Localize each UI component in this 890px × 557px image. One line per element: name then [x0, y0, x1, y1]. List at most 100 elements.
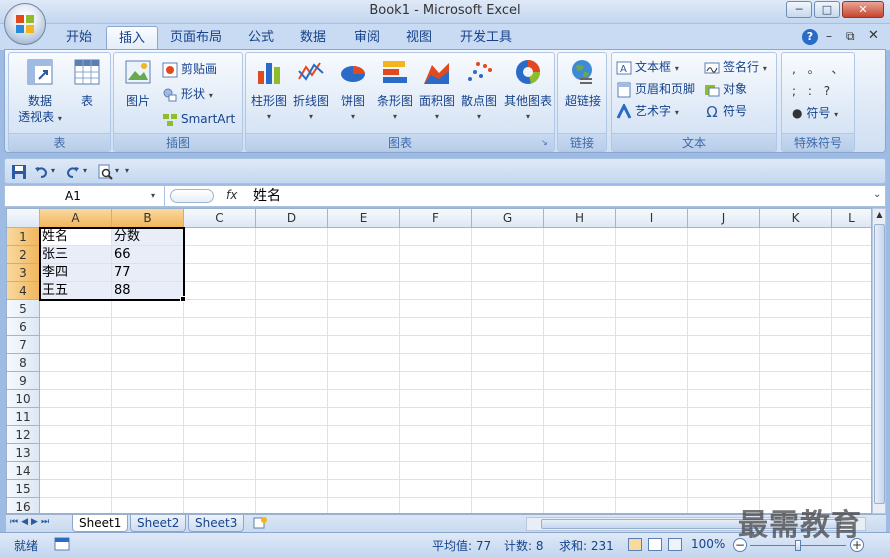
save-icon[interactable] — [11, 164, 27, 180]
cell[interactable] — [544, 498, 616, 513]
cell[interactable] — [760, 444, 832, 462]
cell[interactable] — [256, 372, 328, 390]
scatter-chart-button[interactable]: 散点图 ▾ — [459, 57, 499, 125]
cell[interactable] — [328, 372, 400, 390]
cell[interactable] — [328, 426, 400, 444]
formula-input[interactable]: 姓名 — [253, 186, 281, 206]
cell[interactable]: 张三 — [40, 246, 112, 264]
row-header[interactable]: 12 — [7, 426, 40, 444]
cell[interactable] — [544, 282, 616, 300]
cell[interactable] — [40, 318, 112, 336]
special-symbol-button[interactable]: ● 符号 ▾ — [792, 103, 838, 123]
cell[interactable] — [256, 444, 328, 462]
cell[interactable] — [328, 462, 400, 480]
cell[interactable] — [760, 462, 832, 480]
sheet-tab-3[interactable]: Sheet3 — [188, 515, 245, 532]
cell[interactable] — [112, 426, 184, 444]
cell[interactable] — [688, 354, 760, 372]
column-header[interactable]: B — [112, 209, 184, 228]
cell[interactable] — [544, 390, 616, 408]
cell[interactable] — [832, 282, 871, 300]
cell[interactable] — [832, 246, 871, 264]
cell[interactable] — [688, 318, 760, 336]
shapes-button[interactable]: 形状 ▾ — [162, 84, 213, 104]
cell[interactable] — [184, 390, 256, 408]
cell[interactable] — [472, 480, 544, 498]
cell[interactable] — [112, 462, 184, 480]
clipart-button[interactable]: 剪贴画 — [162, 59, 217, 79]
cell[interactable] — [400, 264, 472, 282]
cell[interactable] — [616, 336, 688, 354]
cell[interactable] — [832, 408, 871, 426]
cell[interactable] — [688, 408, 760, 426]
table-button[interactable]: 表 — [67, 57, 107, 109]
cell[interactable] — [688, 282, 760, 300]
cell[interactable] — [400, 318, 472, 336]
insert-sheet-icon[interactable] — [252, 516, 268, 530]
row-header[interactable]: 13 — [7, 444, 40, 462]
row-header[interactable]: 16 — [7, 498, 40, 513]
minimize-button[interactable]: ─ — [786, 1, 812, 18]
sheet-nav-arrows-icon[interactable]: ⏮◀▶⏭ — [10, 517, 52, 527]
smartart-button[interactable]: SmartArt — [162, 109, 235, 129]
cell[interactable] — [184, 480, 256, 498]
page-layout-view-icon[interactable] — [648, 538, 662, 551]
cell[interactable] — [112, 408, 184, 426]
row-header[interactable]: 2 — [7, 246, 40, 264]
cell[interactable] — [256, 498, 328, 513]
cell[interactable] — [184, 246, 256, 264]
cell[interactable] — [760, 228, 832, 246]
object-button[interactable]: 对象 — [704, 79, 747, 99]
cell[interactable] — [544, 300, 616, 318]
cell[interactable] — [472, 408, 544, 426]
expand-formula-bar-icon[interactable]: ⌄ — [873, 189, 881, 200]
cell[interactable]: 李四 — [40, 264, 112, 282]
cell[interactable] — [760, 318, 832, 336]
row-header[interactable]: 3 — [7, 264, 40, 282]
cell[interactable] — [832, 300, 871, 318]
vertical-scrollbar[interactable]: ▲ — [872, 208, 886, 514]
row-header[interactable]: 11 — [7, 408, 40, 426]
cell[interactable] — [832, 336, 871, 354]
cell[interactable] — [544, 228, 616, 246]
cell[interactable] — [256, 318, 328, 336]
insert-function-icon[interactable]: fx — [226, 188, 237, 202]
cell[interactable] — [328, 228, 400, 246]
special-symbols-row2[interactable]: ; : ? — [792, 81, 834, 101]
row-header[interactable]: 15 — [7, 480, 40, 498]
cell[interactable] — [184, 462, 256, 480]
tab-view[interactable]: 视图 — [394, 26, 444, 50]
cell[interactable] — [112, 354, 184, 372]
cell[interactable] — [256, 426, 328, 444]
cell[interactable] — [256, 228, 328, 246]
cell[interactable] — [112, 336, 184, 354]
cell[interactable] — [544, 336, 616, 354]
cell[interactable] — [256, 336, 328, 354]
cell[interactable] — [112, 480, 184, 498]
cell[interactable] — [688, 246, 760, 264]
cell[interactable] — [760, 354, 832, 372]
cell[interactable] — [760, 300, 832, 318]
cell[interactable] — [184, 282, 256, 300]
formula-bar-slider[interactable] — [170, 189, 214, 203]
cell[interactable] — [184, 444, 256, 462]
cell[interactable] — [112, 372, 184, 390]
pivot-table-button[interactable]: 数据 透视表 ▾ — [13, 57, 67, 127]
cell[interactable] — [688, 462, 760, 480]
cell[interactable] — [112, 300, 184, 318]
name-box-dropdown-icon[interactable]: ▾ — [151, 191, 155, 200]
charts-dialog-launcher-icon[interactable]: ↘ — [541, 138, 551, 148]
cell[interactable] — [328, 390, 400, 408]
column-header[interactable]: E — [328, 209, 400, 228]
normal-view-icon[interactable] — [628, 538, 642, 551]
cell[interactable] — [616, 318, 688, 336]
special-symbols-row1[interactable]: , 。 、 — [792, 59, 847, 79]
cell[interactable] — [472, 336, 544, 354]
row-header[interactable]: 5 — [7, 300, 40, 318]
vertical-scroll-thumb[interactable] — [874, 224, 885, 504]
sheet-tab-2[interactable]: Sheet2 — [130, 515, 187, 532]
cell[interactable] — [688, 444, 760, 462]
undo-icon[interactable] — [33, 164, 49, 180]
cell[interactable] — [40, 300, 112, 318]
cell[interactable] — [688, 264, 760, 282]
